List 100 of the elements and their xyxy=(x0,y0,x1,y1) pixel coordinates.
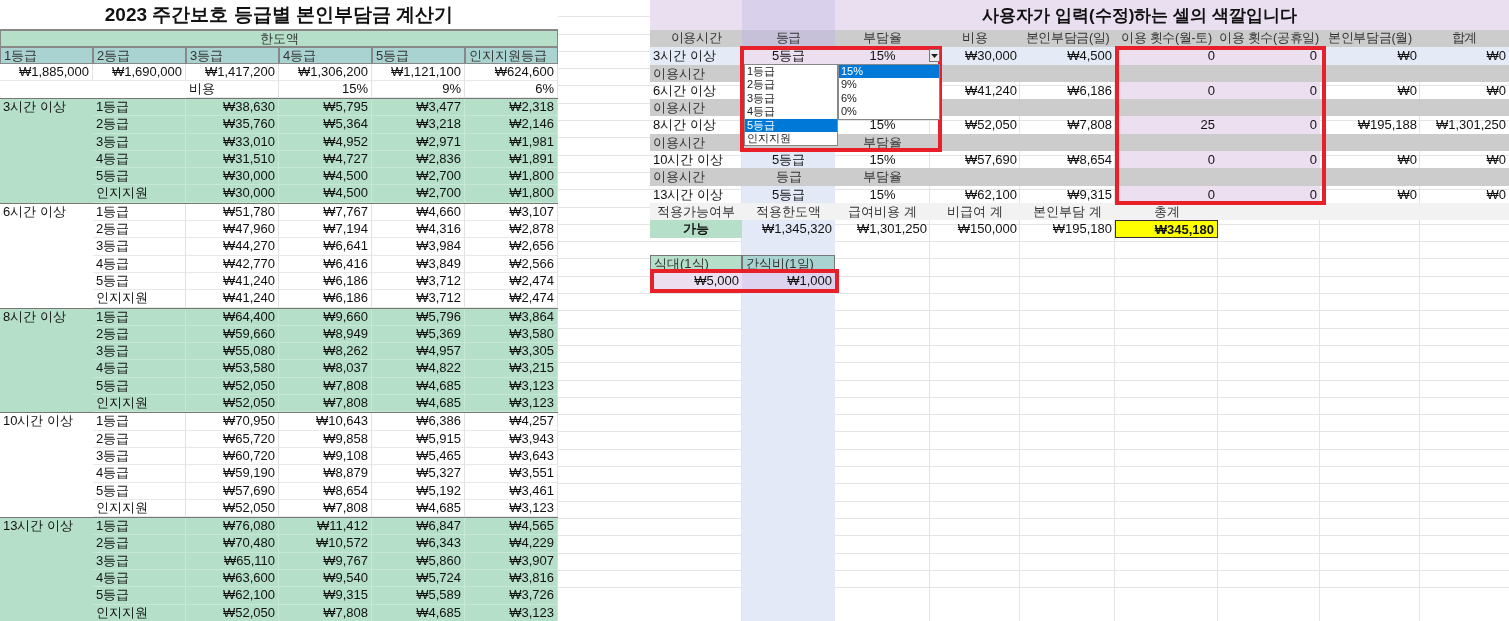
table-cell: ₩3,218 xyxy=(372,116,465,134)
table-cell: ₩31,510 xyxy=(186,150,279,169)
table-cell-text: ₩57,690 xyxy=(963,151,1018,169)
table-cell-text: ₩195,188 xyxy=(1356,116,1418,134)
table-cell: 2등급 xyxy=(93,116,186,134)
table-cell-text: ₩150,000 xyxy=(956,220,1018,238)
table-cell: ₩8,879 xyxy=(279,465,372,483)
table-cell: ₩8,949 xyxy=(279,325,372,344)
table-cell-text: ₩0 xyxy=(1485,151,1507,169)
table-cell: ₩63,600 xyxy=(186,570,279,588)
table-cell: ₩6,186 xyxy=(279,290,372,308)
table-cell-text: ₩1,301,250 xyxy=(855,220,928,238)
dropdown-option[interactable]: 2등급 xyxy=(745,78,837,92)
table-cell-text: 이용시간 xyxy=(652,168,706,186)
table-cell: 2등급 xyxy=(93,325,186,344)
table-cell: ₩345,180 xyxy=(1115,220,1218,238)
table-cell: 3시간 이상 xyxy=(650,47,742,65)
table-cell: 인지지원 xyxy=(93,290,186,308)
table-cell: ₩9,108 xyxy=(279,447,372,466)
table-cell: ₩0 xyxy=(1320,47,1420,65)
table-cell: ₩5,915 xyxy=(372,430,465,448)
table-cell: 2등급 xyxy=(93,430,186,448)
table-cell: 1등급 xyxy=(93,413,186,431)
table-cell: ₩0 xyxy=(1420,47,1509,65)
table-cell-text: ₩0 xyxy=(1396,151,1418,169)
table-cell: ₩4,957 xyxy=(372,343,465,361)
table-cell: ₩4,685 xyxy=(372,377,465,396)
table-cell: 3등급 xyxy=(93,133,186,151)
table-cell-text: ₩0 xyxy=(1396,81,1418,100)
dropdown-option[interactable]: 6% xyxy=(839,91,939,106)
table-cell: ₩5,192 xyxy=(372,482,465,500)
table-cell: 1등급 xyxy=(93,308,186,326)
table-cell: ₩4,822 xyxy=(372,360,465,378)
table-cell: ₩64,400 xyxy=(186,308,279,326)
table-cell: ₩8,262 xyxy=(279,343,372,361)
table-cell: ₩5,327 xyxy=(372,465,465,483)
table-cell-text: ₩195,180 xyxy=(1051,220,1113,238)
dropdown-option[interactable]: 15% xyxy=(839,65,939,79)
table-cell: 1등급 xyxy=(93,203,186,222)
table-cell: ₩5,796 xyxy=(372,308,465,326)
table-cell: ₩4,660 xyxy=(372,203,465,222)
table-cell: 3등급 xyxy=(93,238,186,256)
table-cell: ₩5,589 xyxy=(372,587,465,605)
table-cell: ₩1,121,100 xyxy=(372,64,465,81)
table-cell: ₩65,720 xyxy=(186,430,279,448)
table-cell[interactable]: 0 xyxy=(1218,151,1320,169)
dropdown-option[interactable]: 1등급 xyxy=(745,65,837,79)
table-cell: ₩2,700 xyxy=(372,168,465,186)
table-cell: ₩3,712 xyxy=(372,272,465,291)
table-cell-text: 부담율 xyxy=(862,168,903,186)
table-cell-text: 부담율 xyxy=(862,133,903,152)
table-cell: ₩3,849 xyxy=(372,255,465,273)
table-cell: ₩1,690,000 xyxy=(93,64,186,81)
table-cell: 13시간 이상 xyxy=(3,518,74,534)
table-cell: ₩6,186 xyxy=(279,272,372,291)
column-header: 이용시간 xyxy=(669,30,723,47)
table-cell: ₩33,010 xyxy=(186,133,279,151)
dropdown-option[interactable]: 0% xyxy=(839,105,939,119)
dropdown-option[interactable]: 4등급 xyxy=(745,105,837,119)
table-cell: ₩30,000 xyxy=(186,185,279,203)
table-cell: 1등급 xyxy=(93,518,186,536)
table-cell: ₩4,316 xyxy=(372,221,465,239)
table-cell: ₩3,477 xyxy=(372,99,465,117)
table-cell: ₩6,343 xyxy=(372,535,465,553)
table-cell: ₩38,630 xyxy=(186,99,279,117)
table-cell-text: 6시간 이상 xyxy=(652,81,717,100)
dropdown-option[interactable]: 3등급 xyxy=(745,91,837,106)
table-cell: ₩5,860 xyxy=(372,552,465,570)
table-cell: 1등급 xyxy=(93,99,186,117)
sheet-title: 사용자가 입력(수정)하는 셀의 색깔입니다 xyxy=(982,4,1297,27)
table-cell[interactable]: 0 xyxy=(1218,116,1320,134)
table-cell: ₩52,050 xyxy=(186,377,279,396)
table-cell: ₩60,720 xyxy=(186,447,279,466)
dropdown-option[interactable]: 9% xyxy=(839,78,939,92)
table-cell: ₩6,641 xyxy=(279,238,372,256)
table-cell: 인지지원 xyxy=(93,185,186,203)
table-cell: ₩52,050 xyxy=(186,604,279,621)
table-cell: ₩4,500 xyxy=(1020,47,1115,65)
dropdown-button[interactable] xyxy=(929,49,940,62)
dropdown-option[interactable]: 5등급 xyxy=(745,118,837,132)
column-header: 본인부담금(일) xyxy=(1024,30,1111,47)
table-cell: ₩2,836 xyxy=(372,150,465,169)
table-cell-text: 15% xyxy=(868,185,897,203)
table-cell-text: ₩0 xyxy=(1396,185,1418,203)
table-cell: ₩47,960 xyxy=(186,221,279,239)
table-cell: ₩7,808 xyxy=(279,604,372,621)
table-cell-text: 이용시간 xyxy=(652,99,706,117)
limit-header: 한도액 xyxy=(0,30,558,47)
grade-header: 2등급 xyxy=(93,47,186,64)
table-cell-text: ₩6,186 xyxy=(1066,81,1113,100)
table-cell: ₩70,480 xyxy=(186,535,279,553)
table-cell: ₩7,808 xyxy=(279,377,372,396)
dropdown-option[interactable]: 인지지원 xyxy=(745,131,837,146)
table-cell: ₩5,465 xyxy=(372,447,465,466)
table-cell: ₩2,971 xyxy=(372,133,465,151)
table-cell: ₩53,580 xyxy=(186,360,279,378)
table-cell: ₩55,080 xyxy=(186,343,279,361)
table-cell: ₩41,240 xyxy=(186,290,279,308)
table-cell: ₩76,080 xyxy=(186,518,279,536)
table-cell: ₩9,315 xyxy=(279,587,372,605)
